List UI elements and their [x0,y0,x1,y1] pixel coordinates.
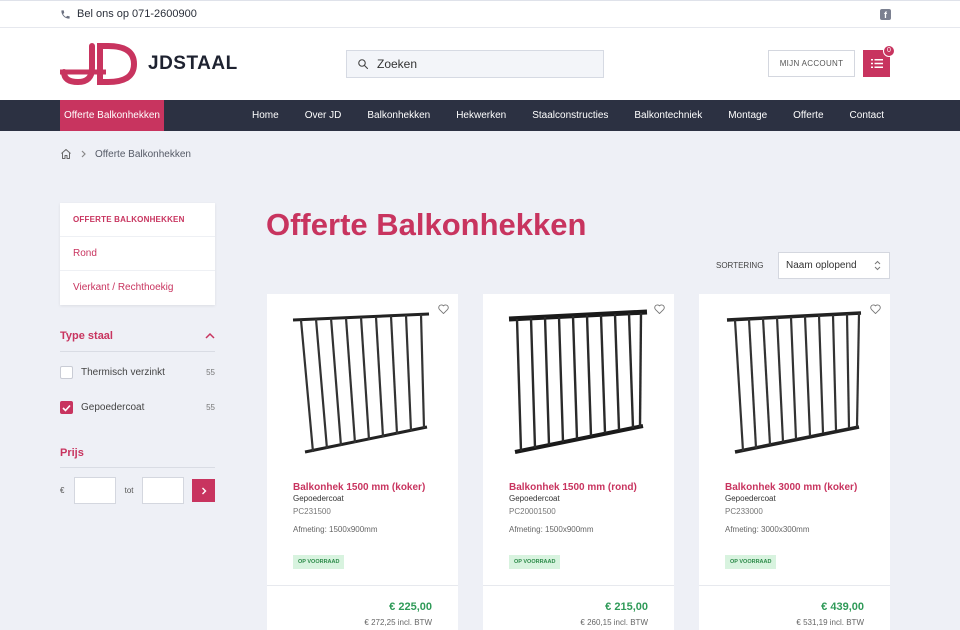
card-divider [699,585,890,586]
stock-badge: OP VOORRAAD [725,555,777,569]
filter-title-type-staal[interactable]: Type staal [60,330,113,342]
price-apply-button[interactable] [192,479,215,502]
price-min-input[interactable] [73,477,116,504]
facebook-icon[interactable]: f [880,9,891,20]
price-filter: € tot [60,477,215,504]
nav-item-balkonhekken[interactable]: Balkonhekken [367,110,430,121]
product-price-incl: € 260,15 incl. BTW [580,618,648,627]
product-code: PC233000 [725,507,763,516]
filter-option-thermisch-verzinkt[interactable]: Thermisch verzinkt 55 [60,366,215,379]
nav-item-staalconstructies[interactable]: Staalconstructies [532,110,608,121]
filter-divider [60,467,215,468]
stock-badge: OP VOORRAAD [509,555,561,569]
sort-select[interactable]: Naam oplopend [778,252,890,279]
filter-option-label: Gepoedercoat [81,402,145,413]
product-price-incl: € 531,19 incl. BTW [796,618,864,627]
top-bar: Bel ons op 071-2600900 f [0,0,960,28]
check-icon [62,404,71,412]
phone-contact[interactable]: Bel ons op 071-2600900 [60,8,197,20]
nav-item-contact[interactable]: Contact [850,110,884,121]
sort-chevron-icon [874,260,881,271]
logo-wordmark: JDSTAAL [148,53,238,74]
category-item-rond[interactable]: Rond [60,237,215,271]
filter-divider [60,351,215,352]
main-nav: Offerte Balkonhekken Home Over JD Balkon… [0,100,960,131]
product-name[interactable]: Balkonhek 1500 mm (rond) [509,482,637,493]
home-icon[interactable] [60,148,72,160]
product-dimensions: Afmeting: 1500x900mm [509,525,594,534]
category-item-vierkant[interactable]: Vierkant / Rechthoekig [60,271,215,305]
product-card[interactable]: Balkonhek 1500 mm (koker) Gepoedercoat P… [267,294,458,630]
card-divider [267,585,458,586]
category-menu: OFFERTE BALKONHEKKEN Rond Vierkant / Rec… [60,203,215,305]
product-name[interactable]: Balkonhek 1500 mm (koker) [293,482,425,493]
price-max-input[interactable] [142,477,185,504]
product-image[interactable] [713,302,877,462]
filter-option-count: 55 [206,403,215,412]
filter-option-count: 55 [206,368,215,377]
checkbox-checked[interactable] [60,401,73,414]
chevron-right-icon [201,487,207,494]
chevron-right-icon [81,150,86,158]
product-card[interactable]: Balkonhek 1500 mm (rond) Gepoedercoat PC… [483,294,674,630]
product-image[interactable] [497,302,661,462]
search-icon [358,59,369,70]
nav-item-home[interactable]: Home [252,110,279,121]
product-price: € 225,00 [389,601,432,613]
list-icon [870,59,883,68]
checkbox[interactable] [60,366,73,379]
product-finish: Gepoedercoat [725,494,776,503]
breadcrumb-current: Offerte Balkonhekken [95,148,191,160]
sort-label: SORTERING [716,261,764,270]
phone-text: Bel ons op 071-2600900 [77,8,197,20]
page-title: Offerte Balkonhekken [266,207,587,242]
product-finish: Gepoedercoat [509,494,560,503]
product-price: € 215,00 [605,601,648,613]
nav-item-balkontechniek[interactable]: Balkontechniek [634,110,702,121]
sort-value: Naam oplopend [786,260,857,271]
product-card[interactable]: Balkonhek 3000 mm (koker) Gepoedercoat P… [699,294,890,630]
nav-links: Home Over JD Balkonhekken Hekwerken Staa… [252,100,884,131]
product-image[interactable] [281,302,445,462]
my-account-button[interactable]: MIJN ACCOUNT [768,50,855,77]
nav-item-offerte-balkonhekken[interactable]: Offerte Balkonhekken [60,100,164,131]
nav-item-over-jd[interactable]: Over JD [305,110,342,121]
site-logo[interactable]: JDSTAAL [60,42,238,86]
product-price-incl: € 272,25 incl. BTW [364,618,432,627]
product-dimensions: Afmeting: 1500x900mm [293,525,378,534]
nav-item-hekwerken[interactable]: Hekwerken [456,110,506,121]
product-finish: Gepoedercoat [293,494,344,503]
cart-count-badge: 0 [883,45,895,57]
category-item-offerte-balkonhekken[interactable]: OFFERTE BALKONHEKKEN [60,203,215,237]
site-header: JDSTAAL MIJN ACCOUNT 0 [0,28,960,100]
chevron-up-icon[interactable] [205,332,215,339]
jd-logo-icon [60,43,138,86]
filter-option-label: Thermisch verzinkt [81,367,165,378]
filter-option-gepoedercoat[interactable]: Gepoedercoat 55 [60,401,215,414]
product-price: € 439,00 [821,601,864,613]
phone-icon [61,9,70,19]
nav-item-offerte[interactable]: Offerte [793,110,823,121]
product-code: PC231500 [293,507,331,516]
card-divider [483,585,674,586]
stock-badge: OP VOORRAAD [293,555,345,569]
product-dimensions: Afmeting: 3000x300mm [725,525,810,534]
filter-title-prijs[interactable]: Prijs [60,447,84,459]
search-input[interactable] [377,57,587,71]
search-box[interactable] [346,50,604,78]
price-currency-label: € [60,486,65,495]
product-code: PC20001500 [509,507,556,516]
price-to-label: tot [124,486,134,495]
breadcrumb: Offerte Balkonhekken [60,148,191,160]
product-name[interactable]: Balkonhek 3000 mm (koker) [725,482,857,493]
nav-item-montage[interactable]: Montage [728,110,767,121]
